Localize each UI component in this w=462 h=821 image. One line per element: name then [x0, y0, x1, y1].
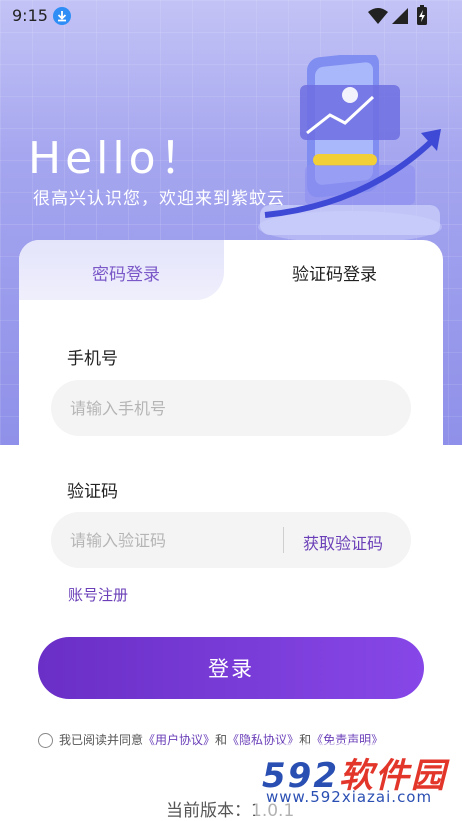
- status-bar: 9:15: [0, 0, 462, 32]
- greeting-title: Hello！: [28, 133, 208, 184]
- agreement-and-1: 和: [215, 733, 228, 747]
- user-agreement-link[interactable]: 《用户协议》: [143, 733, 215, 747]
- signal-icon: [392, 8, 408, 24]
- tab-code-login[interactable]: 验证码登录: [292, 260, 377, 285]
- agreement-prefix: 我已阅读并同意: [59, 733, 144, 747]
- phone-label: 手机号: [67, 349, 118, 369]
- wifi-icon: [368, 8, 388, 24]
- get-code-button[interactable]: 获取验证码: [303, 530, 383, 554]
- code-label: 验证码: [67, 482, 118, 502]
- download-notification-icon: [53, 7, 71, 25]
- agree-checkbox[interactable]: [38, 733, 53, 748]
- greeting-subtitle: 很高兴认识您，欢迎来到紫蚊云: [33, 189, 285, 209]
- code-divider: [283, 527, 284, 553]
- phone-input[interactable]: [51, 380, 411, 436]
- tab-password-login[interactable]: 密码登录: [92, 260, 160, 285]
- login-button[interactable]: 登录: [38, 637, 424, 699]
- register-link[interactable]: 账号注册: [68, 584, 128, 605]
- status-time: 9:15: [12, 6, 48, 25]
- phone-chart-illustration: [258, 55, 442, 243]
- battery-charging-icon: [417, 5, 427, 25]
- watermark-url: www.592xiazai.com: [266, 788, 433, 806]
